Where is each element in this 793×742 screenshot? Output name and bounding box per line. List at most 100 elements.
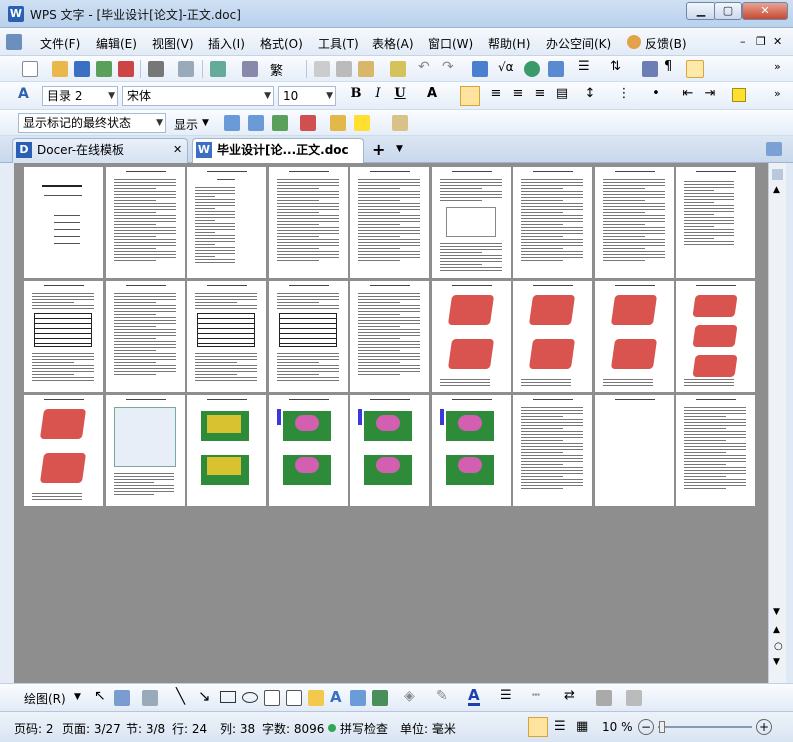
document-canvas[interactable] xyxy=(14,163,768,683)
draw-font-color-icon[interactable]: A xyxy=(468,687,480,706)
page-thumbnail[interactable] xyxy=(431,281,511,392)
page-thumbnail[interactable] xyxy=(187,167,266,278)
reviewing-pane-icon[interactable] xyxy=(392,115,408,131)
document-menu-icon[interactable] xyxy=(6,34,22,50)
3d-icon[interactable] xyxy=(626,690,642,706)
page-thumbnail[interactable] xyxy=(350,281,429,392)
zoom-slider-thumb[interactable] xyxy=(659,721,665,733)
hyperlink-icon[interactable] xyxy=(524,61,540,77)
print-icon[interactable] xyxy=(148,61,164,77)
cut-icon[interactable] xyxy=(336,61,352,77)
spell-check-toggle[interactable]: 拼写检查 xyxy=(340,720,388,737)
vertical-scrollbar[interactable]: ▲ ▼ ▲ ○ ▼ xyxy=(768,163,786,683)
style-pane-icon[interactable]: A xyxy=(18,86,29,102)
page-view-icon[interactable] xyxy=(528,717,548,737)
traditional-chinese-icon[interactable]: 繁 xyxy=(270,60,283,79)
text-direction-icon[interactable]: ⇅ xyxy=(610,59,621,74)
export-icon[interactable] xyxy=(96,61,112,77)
select-objects-icon[interactable] xyxy=(114,690,130,706)
style-select[interactable]: 目录 2 ▼ xyxy=(42,86,118,106)
vertical-textbox-icon[interactable] xyxy=(286,690,302,706)
menu-tools[interactable]: 工具(T) xyxy=(318,35,359,52)
justify-icon[interactable]: ≡ xyxy=(530,85,550,103)
italic-button[interactable]: I xyxy=(368,85,388,103)
line-spacing-icon[interactable]: ↕ xyxy=(580,85,600,103)
columns-icon[interactable]: ☰ xyxy=(578,59,590,74)
maximize-button[interactable]: ▢ xyxy=(714,2,742,20)
page-thumbnail[interactable] xyxy=(676,395,755,506)
page-thumbnail[interactable] xyxy=(513,281,592,392)
doc-minimize-icon[interactable]: – xyxy=(740,35,746,48)
formula-icon[interactable]: √α xyxy=(498,60,514,74)
save-icon[interactable] xyxy=(74,61,90,77)
page-thumbnail[interactable] xyxy=(594,281,674,392)
line-icon[interactable]: ╲ xyxy=(176,687,185,705)
page-thumbnail[interactable] xyxy=(431,395,511,506)
minimize-button[interactable]: ▁ xyxy=(686,2,716,20)
zoom-in-icon[interactable]: + xyxy=(756,719,772,735)
reject-change-icon[interactable] xyxy=(300,115,316,131)
track-changes-icon[interactable] xyxy=(354,115,370,131)
align-left-button[interactable] xyxy=(460,86,480,106)
draw-menu-button[interactable]: 绘图(R) xyxy=(24,690,66,707)
zoom-slider[interactable] xyxy=(658,726,752,728)
underline-button[interactable]: U xyxy=(390,85,410,103)
show-dropdown-icon[interactable]: ▼ xyxy=(202,118,209,128)
tab-docer[interactable]: D Docer-在线模板 ✕ xyxy=(12,138,188,163)
font-color-button[interactable]: A xyxy=(422,85,442,103)
page-thumbnail[interactable] xyxy=(24,395,103,506)
new-tab-button[interactable]: + xyxy=(372,140,385,159)
menu-format[interactable]: 格式(O) xyxy=(260,35,303,52)
page-thumbnail[interactable] xyxy=(24,167,103,278)
status-unit[interactable]: 单位: 毫米 xyxy=(400,720,456,737)
scroll-up-icon[interactable]: ▲ xyxy=(773,185,780,195)
shadow-icon[interactable] xyxy=(596,690,612,706)
redo-icon[interactable]: ↷ xyxy=(442,59,454,75)
rectangle-icon[interactable] xyxy=(220,691,236,703)
autoshapes-icon[interactable] xyxy=(142,690,158,706)
page-thumbnail[interactable] xyxy=(187,281,266,392)
copy-icon[interactable] xyxy=(314,61,330,77)
tab-list-icon[interactable] xyxy=(766,142,782,156)
page-thumbnail[interactable] xyxy=(594,167,674,278)
bullets-icon[interactable]: • xyxy=(646,85,666,103)
menu-window[interactable]: 窗口(W) xyxy=(428,35,473,52)
distributed-icon[interactable]: ▤ xyxy=(552,85,572,103)
show-marks-icon[interactable]: ¶ xyxy=(664,59,672,74)
line-style-icon[interactable]: ☰ xyxy=(500,688,512,703)
menu-table[interactable]: 表格(A) xyxy=(372,35,414,52)
insert-doc-icon[interactable] xyxy=(210,61,226,77)
undo-icon[interactable]: ↶ xyxy=(418,59,430,75)
font-select[interactable]: 宋体 ▼ xyxy=(122,86,274,106)
font-size-select[interactable]: 10 ▼ xyxy=(278,86,336,106)
format-painter-icon[interactable] xyxy=(242,61,258,77)
picture-icon[interactable] xyxy=(350,690,366,706)
markup-mode-select[interactable]: 显示标记的最终状态 ▼ xyxy=(18,113,166,133)
insert-table-icon[interactable] xyxy=(548,61,564,77)
tab-thesis[interactable]: W 毕业设计[论...正文.doc xyxy=(192,138,364,163)
bold-button[interactable]: B xyxy=(346,85,366,103)
format-brush-icon[interactable] xyxy=(390,61,406,77)
new-comment-icon[interactable] xyxy=(330,115,346,131)
doc-map-icon[interactable] xyxy=(642,61,658,77)
page-thumbnail[interactable] xyxy=(105,281,185,392)
open-folder-icon[interactable] xyxy=(52,61,68,77)
page-thumbnail[interactable] xyxy=(431,167,511,278)
align-right-icon[interactable]: ≡ xyxy=(508,85,528,103)
page-thumbnail[interactable] xyxy=(24,281,103,392)
new-tab-dropdown-icon[interactable]: ▼ xyxy=(396,144,403,154)
page-thumbnail[interactable] xyxy=(268,395,348,506)
page-thumbnail[interactable] xyxy=(268,281,348,392)
menu-help[interactable]: 帮助(H) xyxy=(488,35,530,52)
zoom-out-icon[interactable]: − xyxy=(638,719,654,735)
print-preview-icon[interactable] xyxy=(178,61,194,77)
page-thumbnail[interactable] xyxy=(105,395,185,506)
outline-view-icon[interactable]: ☰ xyxy=(554,719,566,734)
decrease-indent-icon[interactable]: ⇤ xyxy=(678,85,698,103)
table-insert-icon[interactable] xyxy=(472,61,488,77)
prev-page-icon[interactable]: ▲ xyxy=(773,625,780,635)
paste-icon[interactable] xyxy=(358,61,374,77)
page-thumbnail[interactable] xyxy=(187,395,266,506)
ellipse-icon[interactable] xyxy=(242,692,258,703)
doc-restore-icon[interactable]: ❐ xyxy=(756,35,766,48)
